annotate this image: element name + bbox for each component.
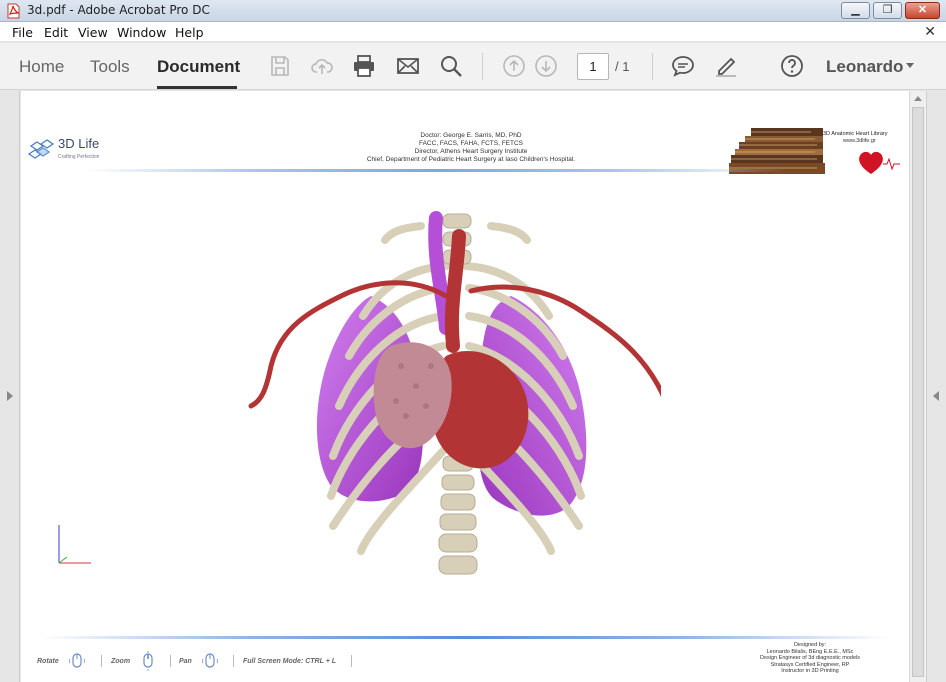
window-title: 3d.pdf - Adobe Acrobat Pro DC [27, 3, 210, 17]
close-window-button[interactable]: ✕ [905, 2, 940, 19]
page-number-input[interactable]: 1 [577, 53, 609, 80]
expand-right-icon[interactable] [933, 391, 939, 401]
pdf-file-icon [7, 3, 20, 19]
3d-life-logo-icon [27, 139, 55, 159]
menu-bar: File Edit View Window Help ✕ [0, 22, 946, 42]
header-line: FACC, FACS, FAHA, FCTS, FETCS [418, 140, 523, 147]
logo-tagline: Crafting Perfection [58, 154, 100, 160]
library-title: 3D Anatomic Heart Library [823, 131, 888, 137]
save-icon[interactable] [268, 54, 292, 78]
pdf-page: 3D Life Crafting Perfection Doctor: Geor… [21, 91, 909, 682]
credit-line: Instructor in 3D Printing [781, 668, 839, 675]
user-account-menu[interactable]: Leonardo [826, 57, 903, 77]
pan-mouse-icon [202, 653, 218, 668]
toolbar: Home Tools Document 1 / 1 Leonardo [0, 43, 946, 90]
nav-separator [101, 655, 102, 667]
help-icon[interactable] [780, 54, 804, 78]
nav-separator [233, 655, 234, 667]
zoom-mouse-icon [143, 651, 153, 671]
print-icon[interactable] [352, 54, 376, 78]
minimize-icon: ▁ [851, 4, 860, 16]
menu-window[interactable]: Window [117, 25, 166, 40]
credit-line: Leonardo Bilalis, BEng E.E.E., MSc [766, 648, 854, 655]
right-panel-toggle[interactable] [926, 91, 946, 682]
expand-left-icon[interactable] [7, 391, 13, 401]
tab-tools[interactable]: Tools [90, 57, 130, 77]
logo-name: 3D Life [58, 136, 100, 151]
tab-document[interactable]: Document [157, 57, 240, 77]
credit-line: Designed by: [793, 642, 827, 648]
email-icon[interactable] [396, 54, 420, 78]
rotate-label: Rotate [37, 658, 59, 665]
toolbar-separator [482, 53, 483, 80]
footer-divider [41, 636, 891, 639]
acrobat-window: 3d.pdf - Adobe Acrobat Pro DC ▁ ❐ ✕ File… [0, 0, 946, 682]
maximize-button[interactable]: ❐ [873, 2, 902, 19]
active-tab-indicator [157, 86, 237, 89]
minimize-button[interactable]: ▁ [841, 2, 870, 19]
zoom-label: Zoom [111, 658, 131, 665]
page-total: / 1 [615, 59, 630, 74]
chevron-down-icon[interactable] [906, 63, 914, 68]
highlight-icon[interactable] [714, 54, 738, 78]
scroll-thumb[interactable] [912, 107, 924, 677]
nav-separator [351, 655, 352, 667]
close-icon: ✕ [917, 4, 928, 16]
header-line: Chief, Department of Pediatric Heart Sur… [366, 156, 576, 163]
menu-edit[interactable]: Edit [44, 25, 68, 40]
toolbar-separator [652, 53, 653, 80]
header-line: Director, Athens Heart Surgery Institute [414, 148, 528, 155]
rotate-mouse-icon [69, 653, 85, 668]
library-url: www.3dlife.gr [843, 138, 876, 144]
search-icon[interactable] [439, 54, 463, 78]
3d-chest-model[interactable] [221, 206, 661, 586]
restore-icon: ❐ [882, 4, 893, 16]
designer-credits: Designed by: Leonardo Bilalis, BEng E.E.… [721, 642, 899, 675]
header-line: Doctor: George E. Sarris, MD, PhD [420, 132, 522, 139]
comment-icon[interactable] [671, 54, 695, 78]
vertical-scrollbar[interactable] [909, 91, 926, 682]
menu-view[interactable]: View [78, 25, 108, 40]
upload-icon[interactable] [310, 54, 334, 78]
page-down-icon[interactable] [534, 54, 558, 78]
left-panel-toggle[interactable] [0, 91, 20, 682]
menu-help[interactable]: Help [175, 25, 204, 40]
title-bar: 3d.pdf - Adobe Acrobat Pro DC ▁ ❐ ✕ [0, 0, 946, 22]
page-up-icon[interactable] [502, 54, 526, 78]
credit-line: Design Engineer of 3d diagnostic models [760, 655, 860, 662]
scroll-up-icon[interactable] [914, 96, 922, 101]
fullscreen-hint: Full Screen Mode: CTRL + L [243, 658, 337, 665]
heart-logo-icon [859, 151, 900, 174]
header-divider [85, 169, 785, 172]
pan-label: Pan [179, 658, 192, 665]
doctor-header: Doctor: George E. Sarris, MD, PhD FACC, … [351, 132, 591, 164]
menu-file[interactable]: File [12, 25, 33, 40]
close-document-icon[interactable]: ✕ [924, 23, 936, 40]
credit-line: Stratasys Certified Engineer, RP [770, 661, 850, 668]
books-image [729, 126, 827, 174]
axis-indicator-icon [58, 525, 91, 564]
tab-home[interactable]: Home [19, 57, 64, 77]
nav-separator [170, 655, 171, 667]
